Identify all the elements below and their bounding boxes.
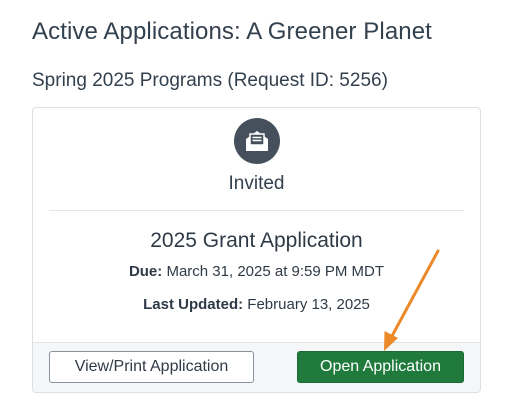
card-divider xyxy=(49,210,464,211)
last-updated-line: Last Updated: February 13, 2025 xyxy=(33,296,480,313)
application-card: Invited 2025 Grant Application Due: Marc… xyxy=(32,107,481,393)
section-title: Spring 2025 Programs (Request ID: 5256) xyxy=(32,70,388,91)
envelope-open-icon-graphic xyxy=(246,131,268,151)
due-date-line: Due: March 31, 2025 at 9:59 PM MDT xyxy=(33,263,480,280)
due-label: Due: xyxy=(128,263,163,280)
envelope-open-icon xyxy=(234,118,280,164)
due-value: March 31, 2025 at 9:59 PM MDT xyxy=(166,263,385,280)
card-footer: View/Print Application Open Application xyxy=(33,342,480,392)
open-application-button[interactable]: Open Application xyxy=(297,351,464,383)
page-title: Active Applications: A Greener Planet xyxy=(32,18,432,45)
last-updated-value: February 13, 2025 xyxy=(247,296,370,313)
application-title: 2025 Grant Application xyxy=(150,229,363,252)
page: Active Applications: A Greener Planet Sp… xyxy=(0,0,531,407)
last-updated-label: Last Updated: xyxy=(143,296,244,313)
view-print-application-button[interactable]: View/Print Application xyxy=(49,351,254,383)
status-label: Invited xyxy=(228,173,285,194)
